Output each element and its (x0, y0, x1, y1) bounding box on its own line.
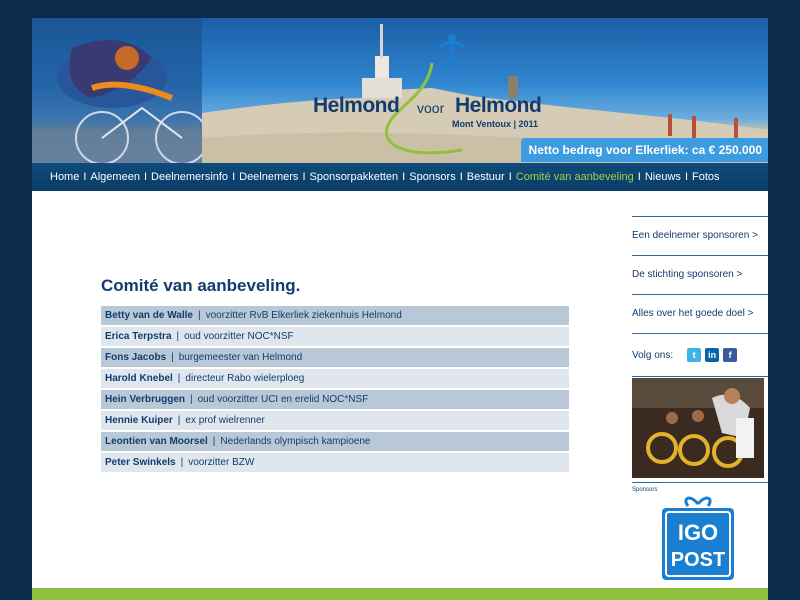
helmond-voor-helmond-logo[interactable]: Helmond voor Helmond Mont Ventoux | 2011 (307, 78, 547, 158)
member-name: Erica Terpstra (105, 331, 172, 342)
member-cell: Hein Verbruggen | oud voorzitter UCI en er… (101, 390, 569, 409)
member-cell: Erica Terpstra | oud voorzitter NOC*NSF (101, 327, 569, 346)
main-navigation: Home I Algemeen I Deelnemersinfo I Deelnemers I… (32, 163, 768, 191)
page-title: Comité van aanbeveling. (101, 276, 301, 295)
member-name: Hein Verbruggen (105, 394, 186, 405)
member-role: voorzitter RvB Elkerliek ziekenhuis Helm… (205, 310, 402, 321)
nav-item: I Algemeen (79, 163, 140, 191)
header-banner: Helmond voor Helmond Mont Ventoux | 2011… (32, 18, 768, 163)
igo-text: IGO (678, 520, 718, 545)
member-divider: | (176, 331, 180, 342)
igo-post-logo[interactable]: IGO POST (660, 494, 736, 582)
nav-separator: I (402, 171, 406, 183)
member-name: Fons Jacobs (105, 352, 167, 363)
twitter-icon[interactable]: t (687, 348, 702, 362)
table-row: Leontien van Moorsel | Nederlands olympisc… (101, 432, 569, 451)
sidebar-link-deelnemer-sponsoren[interactable]: Een deelnemer sponsoren > (632, 217, 768, 256)
nav-separator: I (83, 171, 87, 183)
nav-separator: I (232, 171, 236, 183)
table-row: Hein Verbruggen | oud voorzitter UCI en er… (101, 390, 569, 409)
cyclist-photo (32, 18, 202, 163)
sponsors-divider (632, 482, 768, 483)
logo-word-helmond-2: Helmond (455, 94, 542, 117)
netto-amount-badge: Netto bedrag voor Elkerliek: ca € 250.00… (520, 138, 768, 162)
nav-separator: I (508, 171, 512, 183)
member-name: Harold Knebel (105, 373, 173, 384)
facebook-icon[interactable]: f (723, 348, 738, 362)
nav-separator: I (459, 171, 463, 183)
nav-link-bestuur[interactable]: Bestuur (467, 163, 505, 191)
member-divider: | (171, 352, 174, 363)
member-role: ex prof wielrenner (185, 415, 265, 426)
nav-item: I Deelnemers (228, 163, 298, 191)
member-role: directeur Rabo wielerploeg (185, 373, 305, 384)
spinning-class-photo[interactable] (632, 378, 764, 478)
member-role: oud voorzitter UCI en erelid NOC*NSF (197, 394, 369, 405)
nav-link-nieuws[interactable]: Nieuws (645, 163, 681, 191)
nav-link-algemeen[interactable]: Algemeen (90, 163, 140, 191)
logo-word-voor: voor (417, 100, 445, 116)
nav-link-deelnemersinfo[interactable]: Deelnemersinfo (151, 163, 228, 191)
nav-separator: I (637, 171, 641, 183)
member-role: voorzitter BZW (188, 457, 255, 468)
table-row: Erica Terpstra | oud voorzitter NOC*NSF (101, 327, 569, 346)
member-role: oud voorzitter NOC*NSF (184, 331, 294, 342)
nav-link-sponsors[interactable]: Sponsors (409, 163, 455, 191)
nav-link-fotos[interactable]: Fotos (692, 163, 720, 191)
member-name: Betty van de Walle (105, 310, 193, 321)
member-cell: Leontien van Moorsel | Nederlands olympisc… (101, 432, 569, 451)
nav-separator: I (684, 171, 688, 183)
nav-item: I Comité van aanbeveling (505, 163, 634, 191)
post-text: POST (671, 549, 725, 571)
nav-item: I Bestuur (456, 163, 505, 191)
nav-item: Home (50, 163, 79, 191)
member-cell: Peter Swinkels | voorzitter BZW (101, 453, 569, 472)
nav-item: I Fotos (681, 163, 720, 191)
sponsors-label: Sponsors (632, 487, 658, 493)
table-row: Betty van de Walle | voorzitter RvB Elkerl… (101, 306, 569, 325)
follow-label: Volg ons: (632, 349, 674, 361)
table-row: Peter Swinkels | voorzitter BZW (101, 453, 569, 472)
nav-item: I Sponsorpakketten (298, 163, 398, 191)
member-divider: | (177, 415, 181, 426)
nav-link-deelnemers[interactable]: Deelnemers (239, 163, 298, 191)
member-cell: Harold Knebel | directeur Rabo wielerploeg (101, 369, 569, 388)
committee-table: Betty van de Walle | voorzitter RvB Elkerl… (101, 304, 569, 474)
member-cell: Betty van de Walle | voorzitter RvB Elkerl… (101, 306, 569, 325)
member-cell: Hennie Kuiper | ex prof wielrenner (101, 411, 569, 430)
logo-word-helmond-1: Helmond (313, 94, 400, 117)
footer-bar (32, 588, 768, 600)
table-row: Fons Jacobs | burgemeester van Helmond (101, 348, 569, 367)
member-divider: | (212, 436, 216, 447)
nav-link-home[interactable]: Home (50, 163, 79, 191)
sidebar-link-goede-doel[interactable]: Alles over het goede doel > (632, 295, 768, 334)
nav-separator: I (143, 171, 148, 183)
sidebar: Een deelnemer sponsoren > De stichting s… (632, 216, 768, 377)
member-divider: | (198, 310, 201, 321)
member-divider: | (180, 457, 184, 468)
member-name: Hennie Kuiper (105, 415, 173, 426)
nav-separator: I (302, 171, 306, 183)
member-name: Leontien van Moorsel (105, 436, 208, 447)
page-container: Helmond voor Helmond Mont Ventoux | 2011… (32, 18, 768, 600)
sidebar-link-stichting-sponsoren[interactable]: De stichting sponsoren > (632, 256, 768, 295)
member-role: Nederlands olympisch kampioene (220, 436, 371, 447)
table-row: Harold Knebel | directeur Rabo wielerploeg (101, 369, 569, 388)
nav-item: I Nieuws (634, 163, 681, 191)
linkedin-icon[interactable]: in (705, 348, 720, 362)
member-divider: | (177, 373, 181, 384)
logo-subtitle: Mont Ventoux | 2011 (452, 119, 539, 129)
nav-item: I Deelnemersinfo (140, 163, 228, 191)
table-row: Hennie Kuiper | ex prof wielrenner (101, 411, 569, 430)
member-name: Peter Swinkels (105, 457, 176, 468)
member-divider: | (190, 394, 193, 405)
member-role: burgemeester van Helmond (178, 352, 303, 363)
nav-item: I Sponsors (398, 163, 456, 191)
nav-link-sponsorpakketten[interactable]: Sponsorpakketten (310, 163, 399, 191)
nav-link-comit-van-aanbeveling[interactable]: Comité van aanbeveling (516, 163, 634, 191)
member-cell: Fons Jacobs | burgemeester van Helmond (101, 348, 569, 367)
follow-us: Volg ons: t in f (632, 334, 768, 377)
